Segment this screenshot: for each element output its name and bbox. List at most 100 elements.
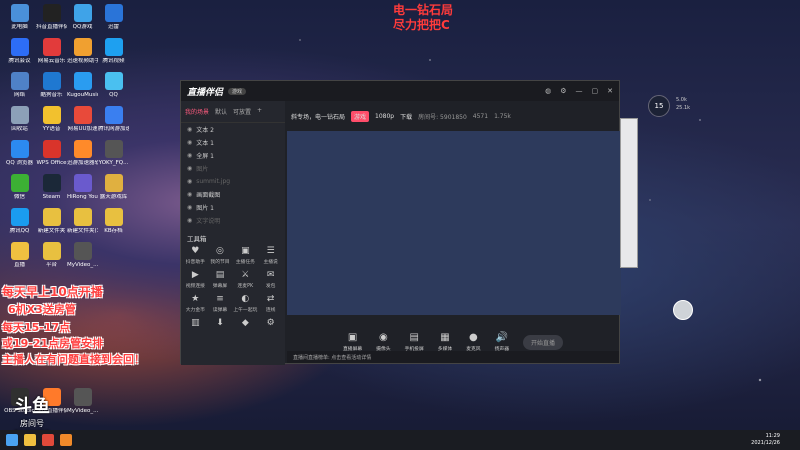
source-button[interactable]: ▦ 多媒体 <box>438 332 452 352</box>
eye-icon[interactable]: ◉ <box>187 204 192 211</box>
desktop-icon[interactable]: HiRong Young <box>67 174 98 200</box>
tool-button[interactable]: ▶ 视频连接 <box>184 270 207 289</box>
start-icon[interactable] <box>6 434 18 446</box>
app-icon <box>104 38 123 56</box>
tool-button[interactable]: ♥ 抖音助手 <box>184 246 207 265</box>
source-button[interactable]: ▣ 直播屏幕 <box>343 332 362 352</box>
eye-icon[interactable]: ◉ <box>187 191 192 198</box>
desktop-icon[interactable]: 平台 <box>36 242 67 268</box>
tool-button[interactable]: ◐ 上午一起玩 <box>233 294 257 313</box>
maximize-icon[interactable]: ▢ <box>592 87 599 95</box>
scene-tab[interactable]: + <box>257 107 262 116</box>
desktop-icon[interactable]: 酷狗音乐 <box>36 72 67 98</box>
explorer-icon[interactable] <box>24 434 36 446</box>
stream-title[interactable]: 斜专场，电一钻石局 <box>291 112 345 121</box>
desktop-icon[interactable]: 网易UU加速 <box>67 106 98 132</box>
eye-icon[interactable]: ◉ <box>187 217 192 224</box>
desktop-icon[interactable]: YOKY_FQ... <box>98 140 129 166</box>
floating-avatar[interactable] <box>673 300 693 320</box>
tool-button[interactable]: ▤ 弹幕屏 <box>209 270 232 289</box>
eye-icon[interactable]: ◉ <box>187 165 192 172</box>
eye-icon[interactable]: ◉ <box>187 152 192 159</box>
desktop-icon[interactable]: 腾讯网游加速器 <box>98 106 129 132</box>
scene-item[interactable]: ◉ 全屏 1 <box>181 149 285 162</box>
download-button[interactable]: 下载 <box>400 112 412 121</box>
desktop-icon[interactable]: 迅游加速器软件 <box>67 140 98 166</box>
desktop-icon[interactable]: 直播 <box>4 242 35 268</box>
desktop-icon[interactable]: KB存档 <box>98 208 129 234</box>
quality-select[interactable]: 1080p <box>375 113 394 120</box>
desktop-icon[interactable]: QQ游戏 <box>67 4 98 30</box>
start-live-button[interactable]: 开始直播 <box>523 334 564 350</box>
browser-taskbar-icon[interactable] <box>60 434 72 446</box>
settings-icon[interactable]: ⚙ <box>560 87 566 95</box>
desktop-icon[interactable]: QQ 浏览器 <box>4 140 35 166</box>
app-taskbar-icon[interactable] <box>42 434 54 446</box>
desktop-icon[interactable]: 回收站 <box>4 106 35 132</box>
desktop-icon[interactable]: Steam <box>36 174 67 200</box>
scene-item[interactable]: ◉ 文本 1 <box>181 136 285 149</box>
desktop-icon-label: 网络 <box>13 92 25 98</box>
desktop-icon[interactable]: 腾讯会议 <box>4 38 35 64</box>
desktop-icon[interactable]: 微信 <box>4 174 35 200</box>
desktop-icon[interactable]: 腾讯视频 <box>98 38 129 64</box>
desktop-icon[interactable]: 网络 <box>4 72 35 98</box>
tag-badge[interactable]: 游戏 <box>351 110 370 122</box>
source-button[interactable]: ▤ 手机投屏 <box>405 332 424 352</box>
desktop-icon-label: 新建文件夹 <box>37 228 66 234</box>
desktop-icon-label: YOKY_FQ... <box>98 160 129 166</box>
scene-item[interactable]: ◉ 文本 2 <box>181 123 285 136</box>
desktop-icon[interactable]: 新建文件夹 <box>36 208 67 234</box>
tool-button[interactable]: ≡ 读弹幕 <box>209 294 232 313</box>
avatar[interactable]: ◍ <box>545 87 551 95</box>
source-button[interactable]: ◉ 摄像头 <box>376 332 390 352</box>
desktop-icon[interactable]: MyVideo_... <box>67 388 98 414</box>
source-button[interactable]: ● 麦克风 <box>466 332 480 352</box>
scene-tab[interactable]: 可放置 <box>233 107 251 116</box>
close-icon[interactable]: ✕ <box>607 87 613 95</box>
scene-item[interactable]: ◉ 文字说明 <box>181 214 285 227</box>
tool-button[interactable]: ⇄ 连线 <box>259 294 282 313</box>
tool-button[interactable]: ✉ 发包 <box>259 270 282 289</box>
tool-button[interactable]: ⚙ <box>259 318 282 330</box>
eye-icon[interactable]: ◉ <box>187 126 192 133</box>
stream-preview[interactable] <box>287 131 621 315</box>
desktop-icon-label: 网易UU加速 <box>67 126 98 132</box>
desktop-icon[interactable]: 抖音直播伴侣 <box>36 4 67 30</box>
desktop-icon[interactable]: 迅速视频助手 <box>67 38 98 64</box>
clock-time: 11:29 <box>765 433 780 439</box>
desktop-icon[interactable]: 露天游戏库 <box>98 174 129 200</box>
eye-icon[interactable]: ◉ <box>187 139 192 146</box>
category-badge[interactable]: 游戏 <box>228 87 247 95</box>
scene-tab[interactable]: 我的场景 <box>185 107 209 116</box>
tool-button[interactable]: ◆ <box>233 318 257 330</box>
scene-item[interactable]: ◉ 图片 1 <box>181 201 285 214</box>
desktop-icon[interactable]: 腾讯QQ <box>4 208 35 234</box>
system-clock[interactable]: 11:29 2021/12/26 <box>751 433 780 447</box>
scene-label: 图片 1 <box>196 205 214 212</box>
desktop-icon[interactable]: WPS Office <box>36 140 67 166</box>
desktop-icon[interactable]: 此电脑 <box>4 4 35 30</box>
desktop-icon[interactable]: 网易云音乐 <box>36 38 67 64</box>
desktop-icon[interactable]: 新建文件夹(3) <box>67 208 98 234</box>
tool-button[interactable]: ▣ 主播任务 <box>233 246 257 265</box>
minimize-icon[interactable]: — <box>576 87 583 95</box>
tool-button[interactable]: ☰ 主播说 <box>259 246 282 265</box>
desktop-icon[interactable]: QQ <box>98 72 129 98</box>
eye-icon[interactable]: ◉ <box>187 178 192 185</box>
scene-item[interactable]: ◉ 画面截图 <box>181 188 285 201</box>
tool-button[interactable]: ⬇ <box>209 318 232 330</box>
source-button[interactable]: 🔊 扬声器 <box>495 332 509 352</box>
tool-button[interactable]: ◎ 我的节目 <box>209 246 232 265</box>
desktop-icon[interactable]: 迅雷 <box>98 4 129 30</box>
stream-controls: 斜专场，电一钻石局 游戏 1080p 下载 房间号: 5901850 4571 … <box>287 101 619 131</box>
tool-button[interactable]: ★ 大力金币 <box>184 294 207 313</box>
desktop-icon[interactable]: YY语音 <box>36 106 67 132</box>
tool-button[interactable]: ⚔ 连麦PK <box>233 270 257 289</box>
scene-tab[interactable]: 默认 <box>215 107 227 116</box>
desktop-icon[interactable]: KugouMusic <box>67 72 98 98</box>
scene-item[interactable]: ◉ 图片 <box>181 162 285 175</box>
desktop-icon[interactable]: MyVideo_... <box>67 242 98 268</box>
tool-button[interactable]: ▥ <box>184 318 207 330</box>
scene-item[interactable]: ◉ summit.jpg <box>181 175 285 188</box>
